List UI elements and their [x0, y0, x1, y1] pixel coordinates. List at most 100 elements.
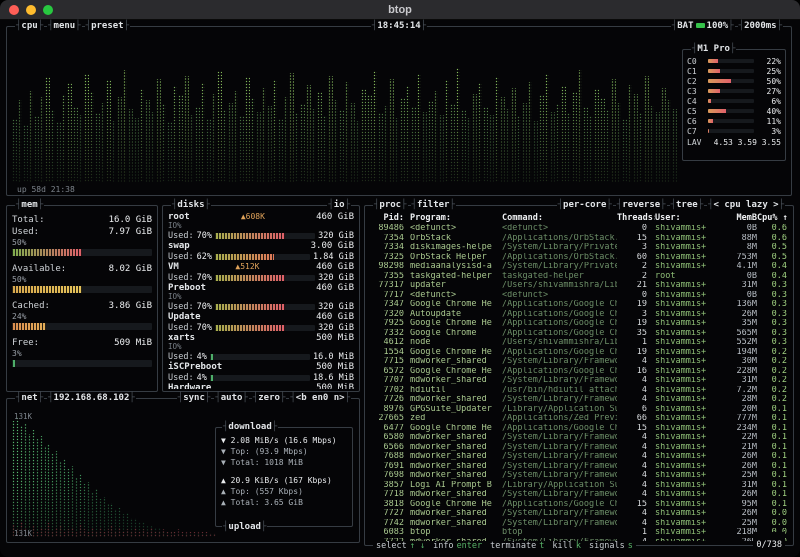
- proc-option-tree[interactable]: tree: [670, 200, 705, 210]
- process-row[interactable]: 7691mdworker_shared/System/Library/Frame…: [370, 462, 789, 472]
- process-pid: 6477: [370, 424, 410, 434]
- process-row[interactable]: 7925Google Chrome He/Applications/Google…: [370, 319, 789, 329]
- process-cpu: 0.1: [757, 500, 789, 510]
- statusbar-item-signals[interactable]: signalss: [589, 541, 633, 551]
- column-header-user[interactable]: User:: [655, 213, 717, 224]
- column-header-mem[interactable]: MemB: [717, 213, 757, 224]
- proc-option-per-core[interactable]: per-core: [557, 200, 613, 210]
- graph-column: [212, 94, 217, 183]
- cpu-box: cpumenupreset 18:45:14 BAT100% 2000ms M1…: [6, 26, 792, 196]
- process-row[interactable]: 7727mdworker_shared/System/Library/Frame…: [370, 509, 789, 519]
- statusbar-item-select[interactable]: select↑ ↓: [376, 541, 425, 551]
- upload-speed: ▲ 20.9 KiB/s (167 Kbps): [221, 475, 348, 486]
- process-row[interactable]: 7718mdworker_shared/System/Library/Frame…: [370, 490, 789, 500]
- mem-box-title[interactable]: mem: [15, 200, 44, 210]
- process-row[interactable]: 7742mdworker_shared/System/Library/Frame…: [370, 519, 789, 529]
- process-row[interactable]: 7702hdiutil/usr/bin/hdiutil attach /User…: [370, 386, 789, 396]
- net-button-zero[interactable]: zero: [252, 393, 287, 403]
- process-row[interactable]: 7717<defunct><defunct>0shivammis+0B0.3: [370, 291, 789, 301]
- top-button-cpu[interactable]: cpu: [15, 21, 44, 31]
- net-button-sync[interactable]: sync: [177, 393, 212, 403]
- disk-row[interactable]: iSCPreboot500 MiB: [168, 362, 354, 372]
- process-row[interactable]: 3818Google Chrome He/Applications/Google…: [370, 500, 789, 510]
- io-mode-button[interactable]: io: [327, 200, 351, 210]
- graph-column: [328, 76, 333, 183]
- disk-row[interactable]: VM▲512K460 GiB: [168, 262, 354, 272]
- proc-option-reverse[interactable]: reverse: [616, 200, 667, 210]
- process-row[interactable]: 89486<defunct><defunct>0shivammis+0B0.6: [370, 224, 789, 234]
- process-row[interactable]: 6580mdworker_shared/System/Library/Frame…: [370, 433, 789, 443]
- process-row[interactable]: 98298mediaanalysisd-a/System/Library/Pri…: [370, 262, 789, 272]
- top-button-preset[interactable]: preset: [85, 21, 130, 31]
- disk-row[interactable]: root▲608K460 GiB: [168, 212, 354, 222]
- process-row[interactable]: 7347Google Chrome He/Applications/Google…: [370, 300, 789, 310]
- process-row[interactable]: 7325OrbStack Helper/Applications/OrbStac…: [370, 253, 789, 263]
- minimize-window-button[interactable]: [26, 5, 36, 15]
- disk-used-fill: [215, 275, 285, 281]
- column-header-program[interactable]: Program:: [410, 213, 502, 224]
- graph-column: [395, 118, 400, 183]
- graph-column: [256, 112, 261, 183]
- disk-row[interactable]: Hardware500 MiB: [168, 383, 354, 389]
- graph-column: [75, 531, 78, 537]
- net-buttons: syncautozero<b en0 n>: [177, 393, 351, 403]
- process-row[interactable]: 3857Logi AI Prompt B/Library/Application…: [370, 481, 789, 491]
- process-mem: 218M: [717, 528, 757, 538]
- net-button-auto[interactable]: auto: [214, 393, 249, 403]
- disk-row[interactable]: Update460 GiB: [168, 312, 354, 322]
- graph-column: [34, 116, 39, 182]
- process-row[interactable]: 7320Autoupdate/Applications/Google Chrom…: [370, 310, 789, 320]
- process-row[interactable]: 7715mdworker_shared/System/Library/Frame…: [370, 357, 789, 367]
- process-row[interactable]: 7332Google Chrome/Applications/Google Ch…: [370, 329, 789, 339]
- process-row[interactable]: 4612node/Users/shivammishra/Library/Cach…: [370, 338, 789, 348]
- process-row[interactable]: 7688mdworker_shared/System/Library/Frame…: [370, 452, 789, 462]
- process-cpu: 0.1: [757, 490, 789, 500]
- process-row[interactable]: 6083btopbtop1shivammis+218M0.0: [370, 528, 789, 538]
- top-button-menu[interactable]: menu: [47, 21, 82, 31]
- graph-column: [417, 74, 422, 182]
- process-row[interactable]: 1554Google Chrome He/Applications/Google…: [370, 348, 789, 358]
- net-box-title[interactable]: net: [15, 393, 44, 403]
- process-row[interactable]: 6572Google Chrome He/Applications/Google…: [370, 367, 789, 377]
- column-header-command[interactable]: Command:: [502, 213, 617, 224]
- filter-button[interactable]: filter: [411, 200, 456, 210]
- core-load-meter: [708, 59, 754, 63]
- statusbar-item-info[interactable]: infoenter: [433, 541, 482, 551]
- process-row[interactable]: 7726mdworker_shared/System/Library/Frame…: [370, 395, 789, 405]
- proc-box-title[interactable]: proc: [373, 200, 408, 210]
- load-average-row: LAV 4.53 3.59 3.55: [687, 138, 781, 148]
- process-user: shivammis+: [655, 281, 717, 291]
- process-row[interactable]: 8976GPGSuite_Updater/Library/Application…: [370, 405, 789, 415]
- process-row[interactable]: 7355taskgated-helpertaskgated-helper2roo…: [370, 272, 789, 282]
- graph-column: [511, 88, 516, 183]
- zoom-window-button[interactable]: [43, 5, 53, 15]
- disk-row[interactable]: xarts500 MiB: [168, 333, 354, 343]
- refresh-interval-button[interactable]: 2000ms: [738, 21, 783, 31]
- process-pid: 3818: [370, 500, 410, 510]
- process-row[interactable]: 7354OrbStack/Applications/OrbStack.app/C…: [370, 234, 789, 244]
- column-header-cpu[interactable]: Cpu% ↑: [757, 213, 789, 224]
- process-row[interactable]: 77317updater/Users/shivammishra/Library/…: [370, 281, 789, 291]
- process-row[interactable]: 6566mdworker_shared/System/Library/Frame…: [370, 443, 789, 453]
- process-pid: 7742: [370, 519, 410, 529]
- column-header-threads[interactable]: Threads:: [617, 213, 655, 224]
- column-header-pid[interactable]: Pid:: [370, 213, 410, 224]
- process-row[interactable]: 7698mdworker_shared/System/Library/Frame…: [370, 471, 789, 481]
- statusbar-item-terminate[interactable]: terminatet: [490, 541, 544, 551]
- process-user: shivammis+: [655, 262, 717, 272]
- process-row[interactable]: 7707mdworker_shared/System/Library/Frame…: [370, 376, 789, 386]
- process-row[interactable]: 27665zed/Applications/Zed Preview.app/Co…: [370, 414, 789, 424]
- process-threads: 1: [617, 528, 655, 538]
- disk-row[interactable]: Preboot460 GiB: [168, 283, 354, 293]
- interface-switcher[interactable]: <b en0 n>: [289, 393, 351, 403]
- disks-box-title[interactable]: disks: [171, 200, 211, 210]
- statusbar-item-kill[interactable]: killk: [552, 541, 581, 551]
- disk-used-meter: [215, 254, 310, 260]
- process-user: shivammis+: [655, 414, 717, 424]
- graph-column: [300, 104, 305, 182]
- process-row[interactable]: 7334diskimages-helpe/System/Library/Priv…: [370, 243, 789, 253]
- close-window-button[interactable]: [9, 5, 19, 15]
- sort-selector[interactable]: < cpu lazy >: [707, 200, 785, 210]
- disk-row[interactable]: swap3.00 GiB: [168, 241, 354, 251]
- process-row[interactable]: 6477Google Chrome He/Applications/Google…: [370, 424, 789, 434]
